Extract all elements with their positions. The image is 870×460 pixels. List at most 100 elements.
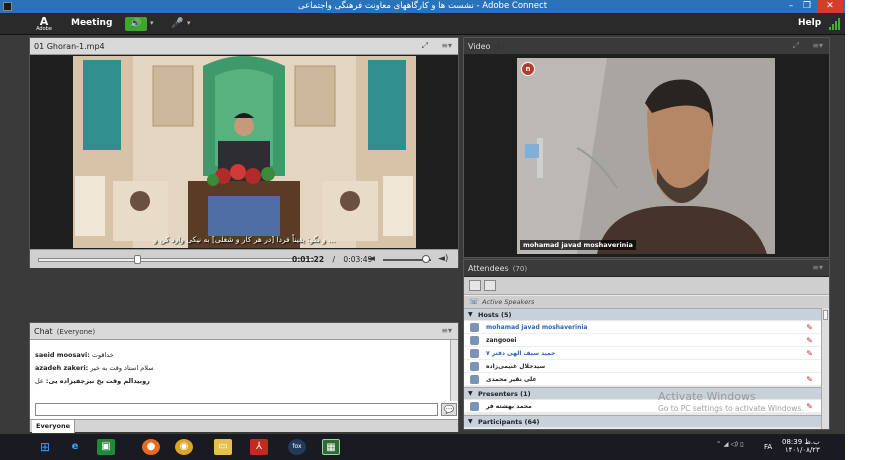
volume-handle[interactable] (422, 255, 431, 263)
microphone-icon[interactable]: 🎤 (171, 18, 183, 29)
chat-text: عل (35, 377, 44, 385)
system-tray[interactable]: ⌃ ◢ ◁) ▯ (716, 440, 744, 448)
chat-pod-header: Chat (Everyone) ≡▾ (30, 323, 458, 340)
watermark-line2: Go to PC settings to activate Windows. (658, 404, 804, 413)
chat-scrollbar[interactable] (450, 340, 458, 401)
chat-sender: روبیدالم وقت بخ نیرجفیزاده یی: (45, 377, 150, 385)
pen-icon: ✎ (806, 375, 813, 384)
chat-message: روبیدالم وقت بخ نیرجفیزاده یی: عل (35, 377, 150, 385)
send-message-button[interactable]: 💬 (441, 403, 457, 416)
windows-taskbar: ⊞ e ▣ ● ◉ ▭ ⅄ fox ▦ ⌃ ◢ ◁) ▯ FA 08:39 ب.… (0, 434, 845, 460)
volume-low-icon[interactable]: ◄ (368, 254, 375, 264)
scroll-thumb[interactable] (823, 310, 828, 320)
list-view-icon[interactable] (469, 280, 481, 291)
chat-message: azadeh zakeri: سلام استاد وقت به خیر (35, 364, 154, 372)
activation-watermark: Activate Windows Go to PC settings to ac… (658, 391, 804, 415)
collapse-triangle-icon[interactable]: ▼ (468, 311, 473, 318)
chevron-down-icon[interactable]: ▾ (187, 19, 191, 27)
attendees-scrollbar[interactable] (821, 308, 829, 429)
collapse-triangle-icon[interactable]: ▼ (468, 418, 473, 425)
internet-explorer-icon[interactable]: e (66, 439, 84, 455)
meeting-menu[interactable]: Meeting (71, 18, 112, 28)
list-item[interactable]: zangooei ✎ (464, 334, 821, 347)
chat-sender: azadeh zakeri: (35, 364, 89, 372)
seek-bar[interactable] (38, 258, 314, 262)
pod-menu-icon[interactable]: ≡▾ (441, 326, 452, 335)
speaker-icon[interactable]: 🔊 (125, 17, 147, 31)
attendees-pod: Attendees (70) ≡▾ ☏ Active Speakers ▼ Hos… (463, 259, 830, 430)
clock-time: 08:39 ب.ظ (782, 438, 820, 446)
attendees-title-text: Attendees (468, 264, 509, 273)
attendees-toolbar (464, 277, 829, 295)
chat-message: saeid moosavi: خداقوت (35, 351, 114, 359)
participants-group-header[interactable]: ▼ Participants (64) (464, 415, 821, 427)
chat-tabs: Everyone (30, 419, 458, 433)
foxit-icon[interactable]: fox (288, 439, 306, 455)
close-button[interactable]: ✕ (817, 0, 843, 13)
list-item[interactable]: علی نقیر محمدی ✎ (464, 373, 821, 386)
firefox-icon[interactable]: ● (142, 439, 160, 455)
acrobat-icon[interactable]: ⅄ (250, 439, 268, 455)
attendees-title: Attendees (70) (468, 264, 527, 273)
store-icon[interactable]: ▣ (97, 439, 115, 455)
chat-text: خداقوت (91, 351, 114, 359)
pen-icon: ✎ (806, 349, 813, 358)
language-indicator[interactable]: FA (764, 443, 772, 451)
pod-menu-icon[interactable]: ≡▾ (812, 41, 823, 50)
connection-status-icon[interactable] (829, 18, 841, 30)
adobe-logo: A Adobe (36, 15, 52, 33)
fullscreen-icon[interactable]: ⤢ (422, 41, 428, 51)
presenters-group-label: Presenters (1) (478, 390, 531, 398)
clock-date: ۱۴۰۱/۰۸/۲۳ (784, 446, 820, 454)
seek-handle[interactable] (134, 255, 142, 264)
adobe-logo-text: Adobe (36, 26, 52, 32)
file-explorer-icon[interactable]: ▭ (214, 439, 232, 455)
chat-title: Chat (Everyone) (34, 327, 95, 336)
video-pod-title-text: Video (468, 42, 491, 51)
taskbar-clock[interactable]: 08:39 ب.ظ ۱۴۰۱/۰۸/۲۳ (782, 438, 820, 454)
attendee-name: محمد بهشته فر (486, 403, 532, 410)
volume-high-icon[interactable]: ◄) (438, 254, 448, 264)
share-pod-header: 01 Ghoran-1.mp4 ⤢ ≡▾ (30, 38, 458, 55)
webcam-feed: n mohamad javad moshaverinia (517, 58, 775, 254)
chat-title-text: Chat (34, 327, 53, 336)
share-pod-title: 01 Ghoran-1.mp4 (34, 42, 105, 51)
window-title: نشست ها و کارگاههای معاونت فرهنگی واجتما… (297, 1, 548, 11)
video-pod: Video (1) ⤢ ≡▾ n mohamad javad moshaverin… (463, 37, 830, 258)
fullscreen-icon[interactable]: ⤢ (793, 41, 799, 51)
chrome-icon[interactable]: ◉ (175, 439, 193, 455)
share-pod: 01 Ghoran-1.mp4 ⤢ ≡▾ و نگو: یقیناً فردا … (29, 37, 459, 268)
chat-input[interactable] (35, 403, 438, 416)
tab-everyone[interactable]: Everyone (32, 420, 76, 433)
list-item[interactable]: حمید سیف الهی دفتر ۷ ✎ (464, 347, 821, 360)
chevron-down-icon[interactable]: ▾ (150, 19, 154, 27)
chat-scope: (Everyone) (56, 328, 96, 336)
adobe-connect-window: نشست ها و کارگاههای معاونت فرهنگی واجتما… (0, 0, 845, 460)
help-menu[interactable]: Help (798, 18, 821, 28)
adobe-connect-taskbar-icon[interactable]: ▦ (322, 439, 340, 455)
user-icon (470, 402, 479, 411)
list-item[interactable]: mohamad javad moshaverinia ✎ (464, 321, 821, 334)
active-speakers-bar: ☏ Active Speakers (464, 296, 829, 308)
attendees-count: (70) (512, 265, 528, 273)
user-icon (470, 362, 479, 371)
list-item[interactable]: سیدجلال غنیمی‌زاده (464, 360, 821, 373)
phone-icon: ☏ (469, 297, 480, 306)
attendees-pod-header: Attendees (70) ≡▾ (464, 260, 829, 277)
time-current: 0:01:22 (292, 255, 325, 264)
pod-menu-icon[interactable]: ≡▾ (441, 41, 452, 50)
pod-menu-icon[interactable]: ≡▾ (812, 263, 823, 272)
attendee-name: حمید سیف الهی دفتر ۷ (486, 350, 556, 357)
breakout-view-icon[interactable] (484, 280, 496, 291)
attendee-name: سیدجلال غنیمی‌زاده (486, 363, 546, 370)
maximize-button[interactable]: ❐ (800, 0, 814, 13)
start-windows-icon[interactable]: ⊞ (36, 439, 54, 455)
minimize-button[interactable]: – (784, 0, 798, 13)
chat-text: سلام استاد وقت به خیر (90, 364, 154, 372)
participants-group-label: Participants (64) (478, 418, 540, 426)
pen-icon: ✎ (806, 336, 813, 345)
webcam-nametag: mohamad javad moshaverinia (520, 240, 636, 250)
user-icon (470, 336, 479, 345)
hosts-group-header[interactable]: ▼ Hosts (5) (464, 308, 821, 320)
collapse-triangle-icon[interactable]: ▼ (468, 390, 473, 397)
